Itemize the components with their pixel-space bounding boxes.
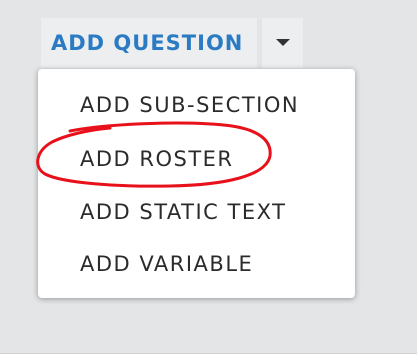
caret-down-icon — [275, 39, 290, 46]
menu-item-add-sub-section[interactable]: ADD SUB-SECTION — [80, 92, 299, 118]
add-question-button[interactable]: ADD QUESTION — [41, 18, 258, 68]
menu-item-add-roster[interactable]: ADD ROSTER — [80, 146, 234, 172]
menu-item-add-static-text[interactable]: ADD STATIC TEXT — [80, 199, 286, 225]
menu-item-add-variable[interactable]: ADD VARIABLE — [80, 251, 253, 277]
add-question-dropdown-toggle[interactable] — [262, 18, 304, 68]
menu-item-label: ADD SUB-SECTION — [80, 93, 300, 117]
add-question-split-button: ADD QUESTION — [41, 18, 304, 68]
add-question-label: ADD QUESTION — [51, 31, 244, 55]
menu-item-label: ADD VARIABLE — [80, 252, 254, 276]
add-dropdown-menu: ADD SUB-SECTION ADD ROSTER ADD STATIC TE… — [38, 69, 355, 298]
menu-item-label: ADD ROSTER — [80, 147, 234, 171]
editor-panel: ADD QUESTION ADD SUB-SECTION ADD ROSTER … — [0, 0, 417, 354]
menu-item-label: ADD STATIC TEXT — [80, 200, 287, 224]
